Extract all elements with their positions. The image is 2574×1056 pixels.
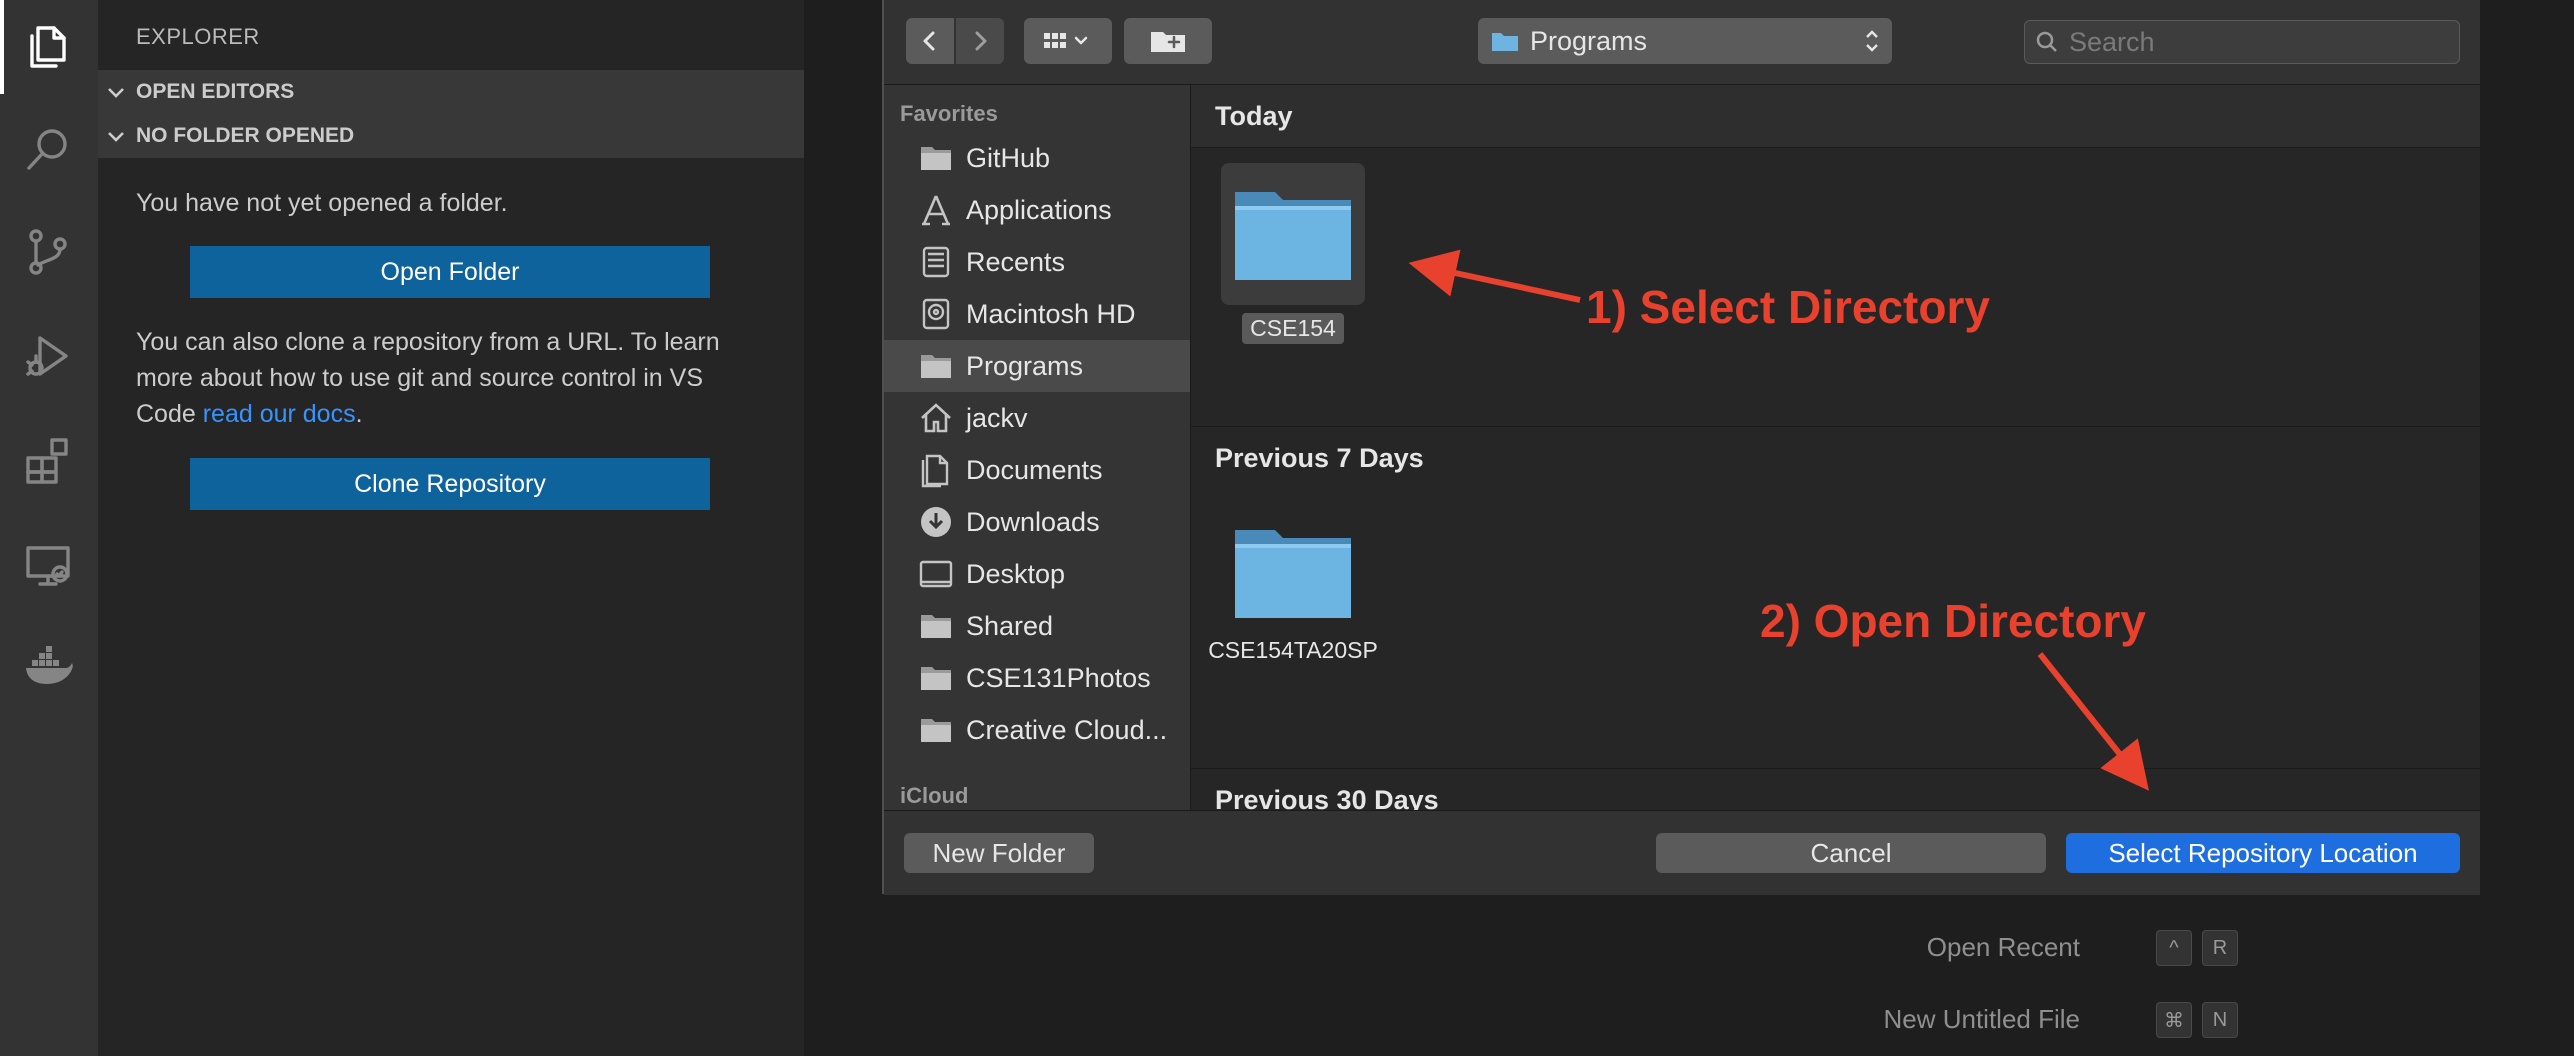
arrow-to-select-button [2037,652,2149,791]
annotation-arrows [1408,249,2149,791]
arrow-to-cse154 [1408,249,1581,303]
annotation-open-directory: 2) Open Directory [1760,595,2146,647]
annotation-select-directory: 1) Select Directory [1586,281,1990,333]
